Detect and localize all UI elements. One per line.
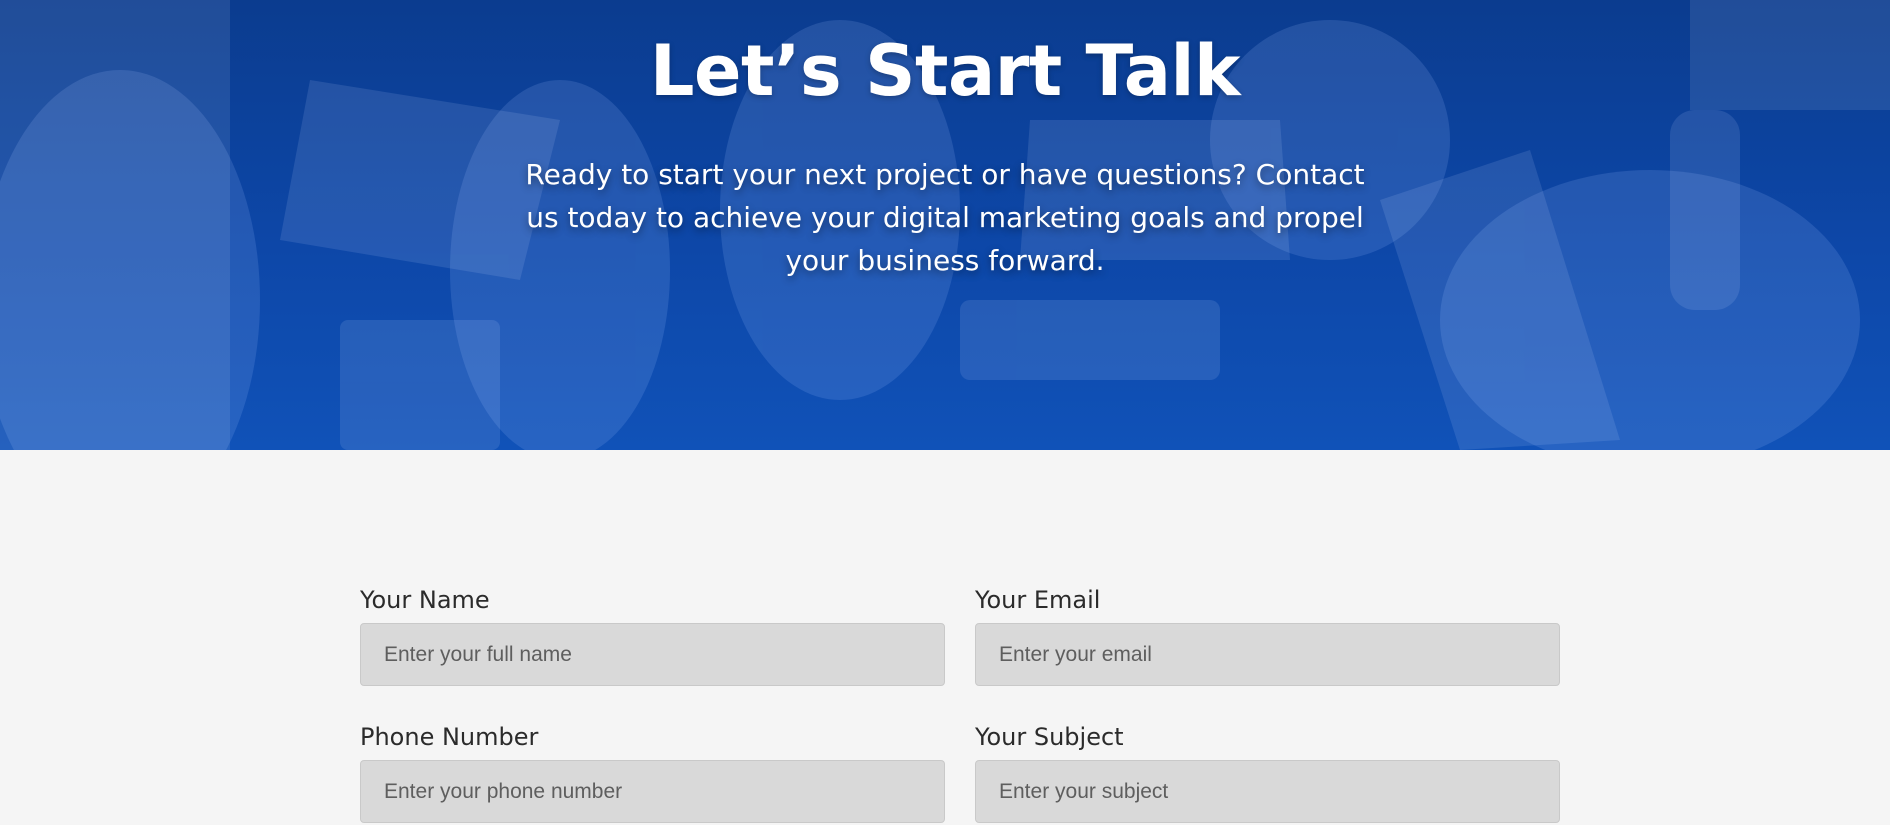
hero-description: Ready to start your next project or have…: [525, 158, 1365, 277]
page-title: Let’s Start Talk: [649, 30, 1241, 112]
phone-field-group: Phone Number: [360, 722, 945, 823]
subject-field-group: Your Subject: [975, 722, 1560, 823]
email-field-group: Your Email: [975, 585, 1560, 686]
phone-label: Phone Number: [360, 723, 539, 751]
subject-input[interactable]: [975, 760, 1560, 823]
name-label: Your Name: [360, 586, 490, 614]
email-label: Your Email: [975, 586, 1101, 614]
subject-label: Your Subject: [975, 723, 1124, 751]
name-field-group: Your Name: [360, 585, 945, 686]
phone-input[interactable]: [360, 760, 945, 823]
hero-section: Let’s Start Talk Ready to start your nex…: [0, 0, 1890, 450]
email-input[interactable]: [975, 623, 1560, 686]
name-input[interactable]: [360, 623, 945, 686]
